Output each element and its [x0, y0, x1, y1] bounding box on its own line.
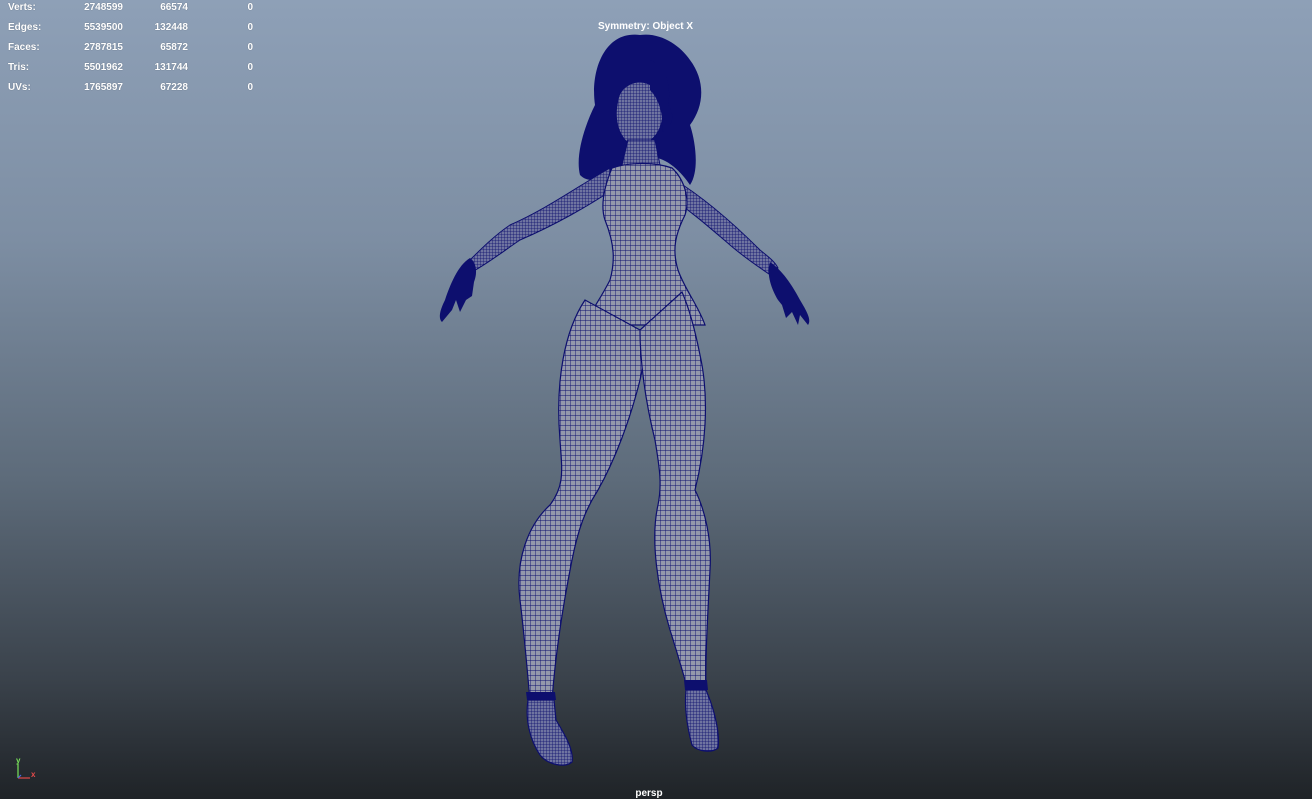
hud-label: UVs: [8, 82, 31, 93]
camera-name-label[interactable]: persp [0, 788, 1298, 799]
hud-label: Faces: [8, 42, 40, 53]
hud-label: Edges: [8, 22, 42, 33]
hud-value-total: 5539500 [84, 22, 123, 33]
character-wireframe-mesh[interactable] [0, 0, 1312, 799]
symmetry-indicator: Symmetry: Object X [598, 21, 694, 32]
hud-value-extra: 0 [247, 22, 253, 33]
left-leg-mesh [518, 299, 644, 701]
left-heel-mesh [526, 699, 573, 766]
hud-value-selected: 131744 [154, 62, 188, 73]
right-shoe-mesh [684, 680, 708, 690]
right-leg-mesh [639, 290, 711, 691]
hud-value-extra: 0 [247, 2, 253, 13]
right-hand-mesh [768, 262, 810, 325]
hud-value-total: 2748599 [84, 2, 123, 13]
hud-value-extra: 0 [247, 82, 253, 93]
3d-viewport[interactable]: Verts: 2748599 66574 0 Edges: 5539500 13… [0, 0, 1312, 799]
view-axis-gizmo: y x [12, 756, 42, 786]
left-arm-mesh [467, 167, 613, 273]
hud-value-total: 1765897 [84, 82, 123, 93]
hud-value-extra: 0 [247, 42, 253, 53]
neck-mesh [621, 139, 661, 166]
hud-value-selected: 66574 [160, 2, 188, 13]
axis-y-label: y [16, 756, 21, 765]
hud-value-total: 2787815 [84, 42, 123, 53]
left-shoe-mesh [526, 692, 556, 700]
hud-value-selected: 132448 [154, 22, 188, 33]
hud-label: Tris: [8, 62, 30, 73]
hud-value-total: 5501962 [84, 62, 123, 73]
hud-value-extra: 0 [247, 62, 253, 73]
axis-x-label: x [31, 770, 36, 779]
left-hand-mesh [439, 258, 477, 322]
hud-value-selected: 65872 [160, 42, 188, 53]
hud-label: Verts: [8, 2, 36, 13]
right-heel-mesh [684, 689, 720, 752]
hud-value-selected: 67228 [160, 82, 188, 93]
